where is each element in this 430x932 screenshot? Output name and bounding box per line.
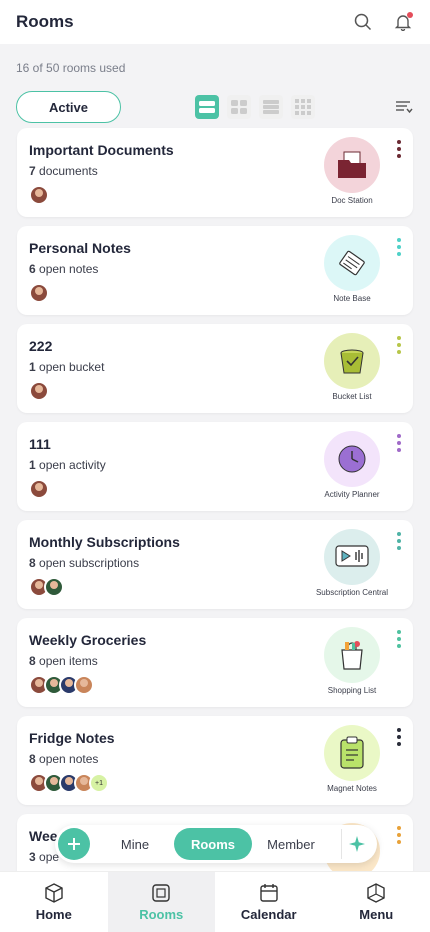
member-avatars [29, 675, 94, 695]
active-filter-button[interactable]: Active [16, 91, 121, 123]
clipboard-icon [324, 725, 380, 781]
folder-icon [324, 137, 380, 193]
video-player-icon [324, 529, 380, 585]
more-options-icon[interactable] [395, 434, 403, 452]
member-avatars [29, 479, 49, 499]
room-app-label: Note Base [333, 294, 371, 303]
room-card[interactable]: 111 1 open activity Activity Planner [17, 422, 413, 511]
sparkle-icon[interactable] [341, 829, 371, 859]
room-name: Personal Notes [29, 240, 131, 256]
tab-menu[interactable]: Menu [323, 872, 430, 932]
menu-cube-icon [367, 883, 385, 903]
avatar [29, 185, 49, 205]
avatar [74, 675, 94, 695]
room-count: 8 open subscriptions [29, 556, 140, 570]
room-count: 3 ope [29, 850, 60, 864]
more-members-badge: +1 [89, 773, 109, 793]
room-name: Wee [29, 828, 58, 844]
tab-rooms[interactable]: Rooms [107, 872, 215, 932]
segment-member[interactable]: Member [252, 837, 330, 852]
room-card[interactable]: Weekly Groceries 8 open items Shopping L… [17, 618, 413, 707]
sort-icon[interactable] [394, 97, 414, 117]
more-options-icon[interactable] [395, 238, 403, 256]
room-name: Fridge Notes [29, 730, 115, 746]
bell-icon[interactable] [392, 11, 414, 33]
tab-home[interactable]: Home [0, 872, 108, 932]
notification-dot [407, 12, 413, 18]
avatar [29, 381, 49, 401]
room-count: 7 documents [29, 164, 98, 178]
tab-label: Calendar [240, 907, 297, 922]
avatar [29, 283, 49, 303]
segment-rooms[interactable]: Rooms [174, 828, 252, 860]
search-icon[interactable] [352, 11, 374, 33]
segment-mine[interactable]: Mine [96, 837, 174, 852]
room-card[interactable]: Fridge Notes 8 open notes +1 Magnet Note… [17, 716, 413, 805]
tab-label: Menu [359, 907, 394, 922]
calendar-icon [260, 884, 278, 902]
rooms-usage-text: 16 of 50 rooms used [16, 61, 126, 75]
member-avatars [29, 381, 49, 401]
member-avatars [29, 577, 64, 597]
room-app-label: Magnet Notes [327, 784, 377, 793]
compact-list-icon[interactable] [259, 95, 283, 119]
room-card[interactable]: Important Documents 7 documents Doc Stat… [17, 128, 413, 217]
member-avatars [29, 185, 49, 205]
member-avatars [29, 283, 49, 303]
tab-label: Home [35, 907, 72, 922]
clock-icon [324, 431, 380, 487]
room-card[interactable]: Monthly Subscriptions 8 open subscriptio… [17, 520, 413, 609]
room-count: 8 open items [29, 654, 98, 668]
more-options-icon[interactable] [395, 728, 403, 746]
room-app-label: Doc Station [331, 196, 373, 205]
room-app-label: Subscription Central [315, 588, 389, 597]
list-view-icon[interactable] [195, 95, 219, 119]
room-app-label: Activity Planner [324, 490, 380, 499]
bucket-icon [324, 333, 380, 389]
note-icon [324, 235, 380, 291]
bottom-tab-bar: Home Rooms Calendar Menu [0, 871, 430, 932]
room-app-label: Bucket List [332, 392, 372, 401]
room-app-label: Shopping List [327, 686, 377, 695]
room-card[interactable]: 222 1 open bucket Bucket List [17, 324, 413, 413]
shopping-bag-icon [324, 627, 380, 683]
room-count: 8 open notes [29, 752, 99, 766]
more-options-icon[interactable] [395, 336, 403, 354]
rooms-icon [152, 884, 170, 902]
more-options-icon[interactable] [395, 826, 403, 844]
avatar [29, 479, 49, 499]
room-name: Weekly Groceries [29, 632, 147, 648]
more-options-icon[interactable] [395, 532, 403, 550]
add-room-button[interactable] [58, 828, 90, 860]
room-count: 1 open activity [29, 458, 106, 472]
room-count: 6 open notes [29, 262, 99, 276]
member-avatars: +1 [29, 773, 109, 793]
grid-view-icon[interactable] [227, 95, 251, 119]
more-options-icon[interactable] [395, 140, 403, 158]
room-count: 1 open bucket [29, 360, 105, 374]
rooms-list: Important Documents 7 documents Doc Stat… [17, 128, 413, 912]
room-name: 111 [29, 436, 51, 452]
room-name: 222 [29, 338, 53, 354]
room-filter-bar: Mine Rooms Member [55, 825, 377, 863]
avatar [44, 577, 64, 597]
tab-calendar[interactable]: Calendar [215, 872, 323, 932]
more-options-icon[interactable] [395, 630, 403, 648]
room-name: Important Documents [29, 142, 174, 158]
room-name: Monthly Subscriptions [29, 534, 180, 550]
room-card[interactable]: Personal Notes 6 open notes Note Base [17, 226, 413, 315]
page-title: Rooms [16, 12, 74, 31]
tab-label: Rooms [139, 907, 184, 922]
small-grid-icon[interactable] [291, 95, 315, 119]
top-bar: Rooms [0, 0, 430, 44]
home-cube-icon [45, 883, 63, 903]
